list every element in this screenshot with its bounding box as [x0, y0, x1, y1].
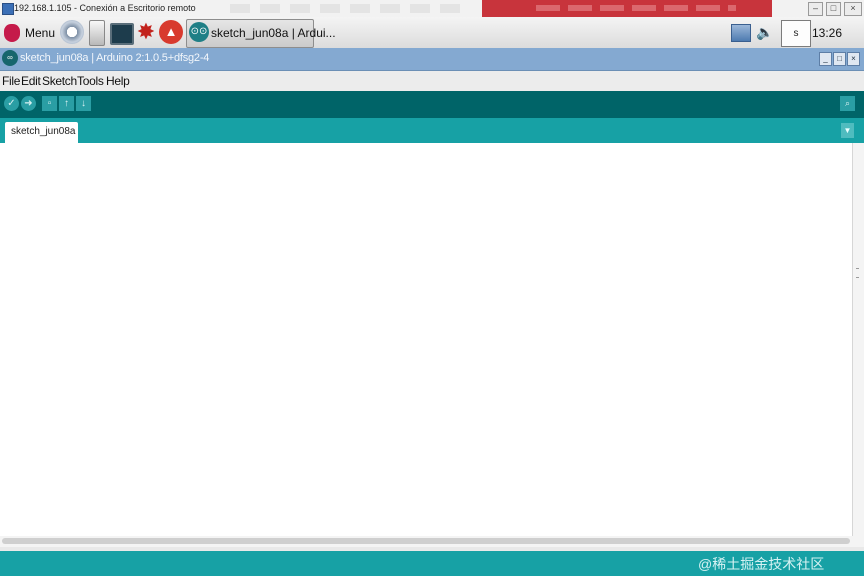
web-browser-icon[interactable]: [60, 20, 84, 44]
volume-icon[interactable]: 🔈: [756, 24, 774, 40]
rdp-minimize-button[interactable]: –: [808, 2, 823, 16]
clock[interactable]: 13:26: [812, 26, 842, 40]
rdp-close-button[interactable]: ×: [844, 2, 862, 16]
vertical-scrollbar[interactable]: [852, 143, 864, 538]
taskbar-window-label: sketch_jun08a | Ardui...: [211, 26, 336, 40]
minimize-button[interactable]: _: [819, 52, 832, 66]
scrollbar-grip-icon: [856, 268, 859, 278]
terminal-icon[interactable]: [110, 23, 134, 45]
remote-desktop-icon: [2, 3, 14, 15]
horizontal-scrollbar[interactable]: [2, 538, 850, 544]
rdp-title: 192.168.1.105 - Conexión a Escritorio re…: [14, 3, 196, 13]
arduino-icon: ⊙⊙: [189, 22, 209, 42]
mathematica-icon[interactable]: ✸: [134, 20, 158, 44]
menu-help[interactable]: Help: [106, 74, 130, 88]
arduino-logo-icon: ∞: [2, 50, 18, 66]
open-icon[interactable]: ↑: [59, 96, 74, 111]
close-button[interactable]: ×: [847, 52, 860, 66]
raspberry-logo-icon: [4, 24, 20, 42]
menu-edit[interactable]: Edit: [21, 74, 41, 88]
upload-icon[interactable]: ➜: [21, 96, 36, 111]
menu-tools[interactable]: Tools: [77, 74, 104, 88]
wolfram-icon[interactable]: ▲: [159, 20, 183, 44]
verify-icon[interactable]: ✓: [4, 96, 19, 111]
menu-sketch[interactable]: Sketch: [42, 74, 77, 88]
file-manager-icon[interactable]: [89, 20, 105, 46]
cpu-label: s: [793, 28, 799, 39]
menu-bar: [0, 71, 864, 92]
watermark: @稀土掘金技术社区: [698, 556, 825, 572]
rdp-connection-bar: [230, 4, 470, 13]
network-icon[interactable]: [731, 24, 751, 42]
code-editor[interactable]: [0, 143, 852, 538]
tab-strip: [0, 118, 864, 143]
cpu-monitor-icon[interactable]: s: [781, 20, 811, 47]
save-icon[interactable]: ↓: [76, 96, 91, 111]
serial-monitor-icon[interactable]: ⌕: [840, 96, 855, 111]
rdp-maximize-button[interactable]: □: [826, 2, 841, 16]
toolbar: [0, 91, 864, 118]
start-menu-label: Menu: [25, 26, 56, 40]
menu-file[interactable]: File: [2, 74, 20, 88]
tab-label: sketch_jun08a: [11, 126, 76, 137]
new-icon[interactable]: ▫: [42, 96, 57, 111]
rdp-highlight-text: [536, 5, 736, 11]
maximize-button[interactable]: □: [833, 52, 846, 66]
tab-menu-icon[interactable]: ▼: [841, 123, 854, 138]
window-title: sketch_jun08a | Arduino 2:1.0.5+dfsg2-4: [20, 52, 210, 64]
